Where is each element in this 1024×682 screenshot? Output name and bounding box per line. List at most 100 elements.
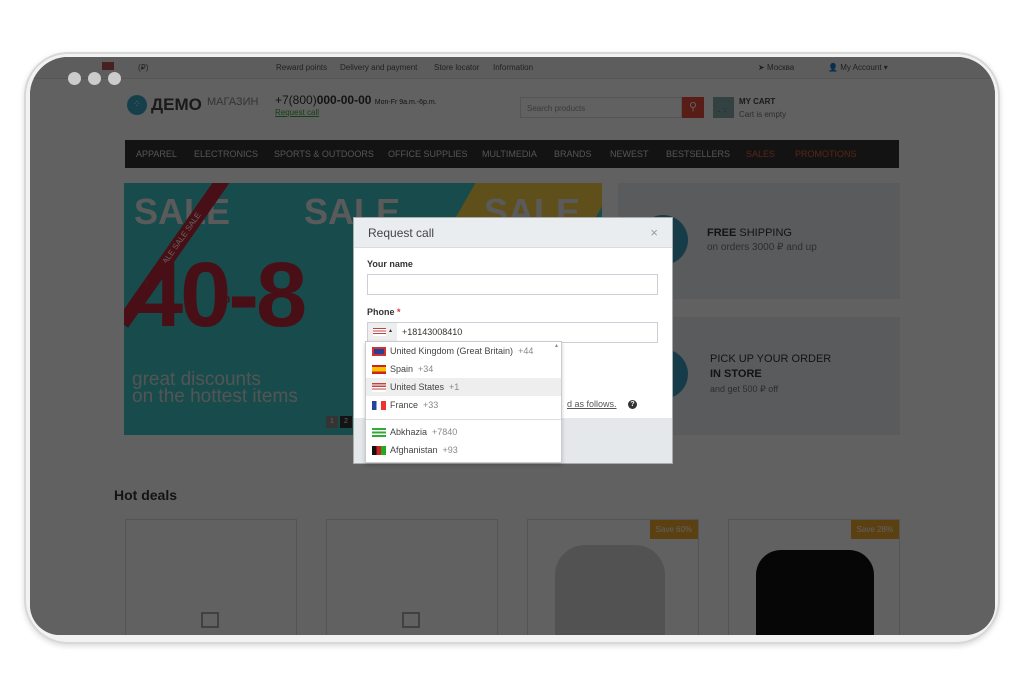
product-card[interactable]: Save 28% bbox=[728, 519, 900, 635]
phone-label-text: Phone bbox=[367, 307, 395, 317]
percent-sign: % bbox=[216, 290, 231, 307]
window-dot bbox=[68, 72, 81, 85]
consent-link[interactable]: d as follows. bbox=[567, 399, 617, 409]
black-tshirt-image bbox=[756, 550, 874, 635]
cart-title[interactable]: MY CART bbox=[739, 97, 775, 106]
country-name: United Kingdom (Great Britain) bbox=[390, 346, 514, 356]
country-option-afghanistan[interactable]: Afghanistan +93 bbox=[366, 441, 561, 459]
city: Москва bbox=[766, 63, 795, 72]
france-flag-icon bbox=[372, 401, 386, 411]
language-flag-icon[interactable] bbox=[102, 62, 114, 70]
country-option-uk[interactable]: United Kingdom (Great Britain) +44 bbox=[366, 342, 561, 360]
country-name: Abkhazia bbox=[390, 427, 428, 437]
country-code: +34 bbox=[418, 364, 434, 374]
phone-number: 000-00-00 bbox=[316, 93, 372, 107]
modal-header: Request call × bbox=[354, 218, 672, 248]
save-badge: Save 60% bbox=[649, 520, 698, 539]
us-flag-icon bbox=[373, 328, 386, 336]
window-dot bbox=[88, 72, 101, 85]
account-label: My Account bbox=[840, 63, 882, 72]
search-button[interactable]: ⚲ bbox=[682, 97, 704, 118]
country-code: +33 bbox=[423, 400, 439, 410]
promo-2-title: PICK UP YOUR ORDER bbox=[710, 353, 832, 365]
country-dropdown[interactable]: United Kingdom (Great Britain) +44 Spain +… bbox=[365, 341, 562, 463]
name-input[interactable] bbox=[367, 274, 658, 295]
scrollbar-up-arrow[interactable]: ▴ bbox=[555, 342, 558, 349]
link-reward-points[interactable]: Reward points bbox=[276, 63, 327, 72]
promo-2-bold: IN STORE bbox=[710, 368, 762, 380]
phone-label: Phone * bbox=[367, 307, 401, 317]
country-code: +44 bbox=[518, 346, 534, 356]
request-call-link[interactable]: Request call bbox=[275, 108, 319, 117]
country-select[interactable]: ▴ bbox=[368, 323, 397, 342]
link-delivery[interactable]: Delivery and payment bbox=[340, 63, 417, 72]
banner-tagline: great discounts on the hottest items bbox=[132, 370, 298, 407]
us-flag-icon bbox=[372, 383, 386, 393]
country-code: +7840 bbox=[432, 427, 458, 437]
abkhazia-flag-icon bbox=[372, 428, 386, 438]
country-name: Spain bbox=[390, 364, 414, 374]
country-option-abkhazia[interactable]: Abkhazia +7840 bbox=[366, 423, 561, 441]
spain-flag-icon bbox=[372, 365, 386, 375]
logo-sub: МАГАЗИН bbox=[207, 96, 259, 108]
nav-multimedia[interactable]: MULTIMEDIA bbox=[482, 149, 537, 159]
image-placeholder-icon bbox=[402, 612, 420, 628]
country-code: +93 bbox=[442, 445, 458, 455]
currency-select[interactable]: (₽) bbox=[138, 63, 148, 72]
country-option-spain[interactable]: Spain +34 bbox=[366, 360, 561, 378]
divider bbox=[366, 414, 561, 420]
promo-1-sub: on orders 3000 ₽ and up bbox=[707, 242, 817, 253]
logo-main[interactable]: ДЕМО bbox=[151, 95, 202, 115]
product-card[interactable] bbox=[326, 519, 498, 635]
main-nav: APPAREL ELECTRONICS SPORTS & OUTDOORS OF… bbox=[125, 140, 899, 168]
top-bar: (₽) Reward points Delivery and payment S… bbox=[30, 57, 995, 79]
country-code: +1 bbox=[449, 382, 460, 392]
city-select[interactable]: ➤ Москва bbox=[758, 63, 794, 72]
nav-apparel[interactable]: APPAREL bbox=[136, 149, 177, 159]
nav-electronics[interactable]: ELECTRONICS bbox=[194, 149, 258, 159]
promo-2-sub: and get 500 ₽ off bbox=[710, 384, 779, 394]
image-placeholder-icon bbox=[201, 612, 219, 628]
help-icon[interactable]: ? bbox=[628, 400, 637, 409]
caret-up-icon: ▴ bbox=[389, 328, 393, 334]
cart-icon[interactable]: 🛒 bbox=[713, 97, 734, 118]
hot-deals-title: Hot deals bbox=[114, 487, 178, 503]
window-dot bbox=[108, 72, 121, 85]
link-store-locator[interactable]: Store locator bbox=[434, 63, 479, 72]
promo-1-bold: FREE bbox=[707, 227, 737, 239]
phone-value: +18143008410 bbox=[402, 327, 463, 337]
name-label: Your name bbox=[367, 259, 413, 269]
country-name: France bbox=[390, 400, 419, 410]
country-name: United States bbox=[390, 382, 445, 392]
country-option-france[interactable]: France +33 bbox=[366, 396, 561, 414]
required-marker: * bbox=[397, 307, 401, 317]
search-input[interactable]: Search products bbox=[520, 97, 682, 118]
promo-1-title: SHIPPING bbox=[739, 227, 792, 239]
nav-bestsellers[interactable]: BESTSELLERS bbox=[666, 149, 730, 159]
phone-prefix: +7(800) bbox=[275, 93, 317, 107]
tagline-2: on the hottest items bbox=[132, 386, 298, 407]
white-tshirt-image bbox=[555, 545, 665, 635]
afghanistan-flag-icon bbox=[372, 446, 386, 456]
nav-newest[interactable]: NEWEST bbox=[610, 149, 649, 159]
save-badge: Save 28% bbox=[850, 520, 899, 539]
browser-screen: (₽) Reward points Delivery and payment S… bbox=[30, 57, 995, 635]
phone-input[interactable]: ▴ +18143008410 bbox=[367, 322, 658, 343]
slide-2-button[interactable]: 2 bbox=[340, 416, 352, 428]
slide-1-button[interactable]: 1 bbox=[326, 416, 338, 428]
product-card[interactable]: Save 60% bbox=[527, 519, 699, 635]
uk-flag-icon bbox=[372, 347, 386, 357]
hours: Mon-Fr 9a.m.-6p.m. bbox=[374, 99, 437, 106]
close-icon[interactable]: × bbox=[650, 225, 658, 240]
nav-office[interactable]: OFFICE SUPPLIES bbox=[388, 149, 468, 159]
modal-title: Request call bbox=[368, 226, 435, 240]
country-name: Afghanistan bbox=[390, 445, 438, 455]
account-menu[interactable]: 👤 My Account ▾ bbox=[828, 63, 888, 72]
link-information[interactable]: Information bbox=[493, 63, 533, 72]
nav-sales[interactable]: SALES bbox=[746, 149, 775, 159]
product-card[interactable] bbox=[125, 519, 297, 635]
nav-brands[interactable]: BRANDS bbox=[554, 149, 592, 159]
nav-sports[interactable]: SPORTS & OUTDOORS bbox=[274, 149, 374, 159]
country-option-us[interactable]: United States +1 bbox=[366, 378, 561, 396]
nav-promotions[interactable]: PROMOTIONS bbox=[795, 149, 857, 159]
